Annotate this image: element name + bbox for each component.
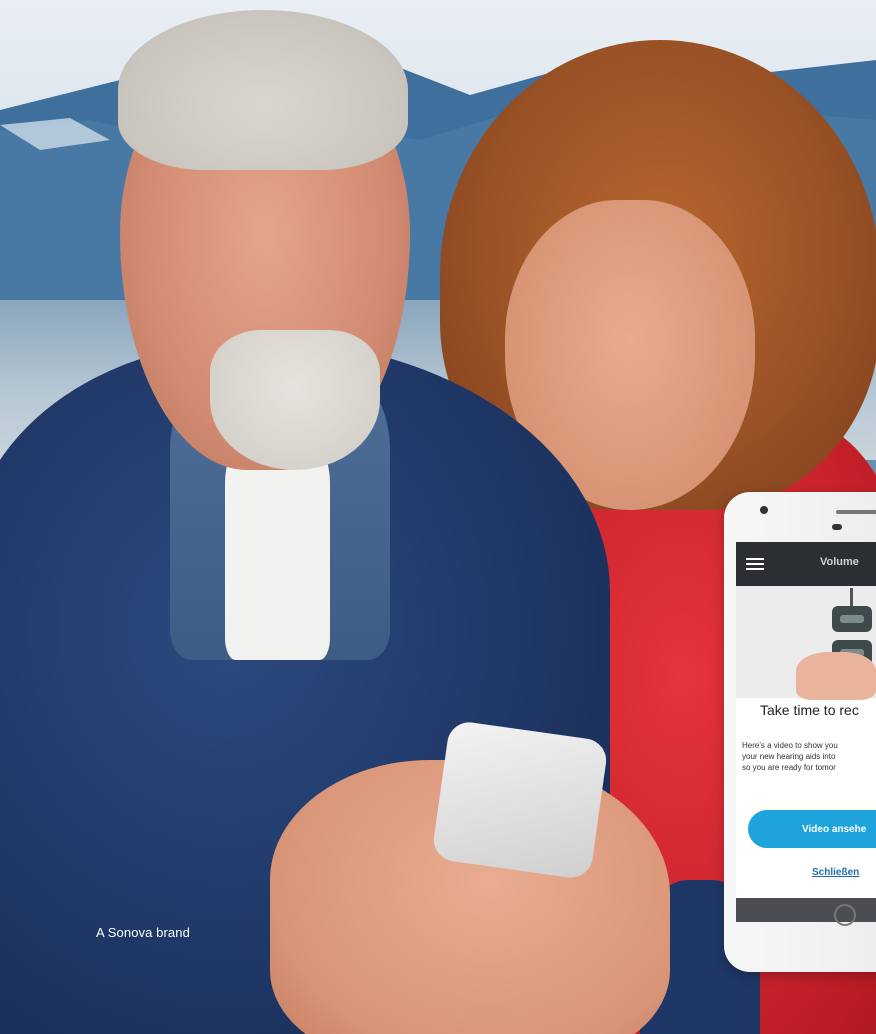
sensor-dot bbox=[832, 524, 842, 530]
photo-scene: A Sonova brand Volume Take time to rec H… bbox=[0, 0, 876, 1034]
camera-icon bbox=[760, 506, 768, 514]
body-line: your new hearing aids into bbox=[742, 752, 836, 761]
hearing-aid-icon bbox=[832, 606, 872, 632]
watch-video-button[interactable]: Video ansehe bbox=[748, 810, 876, 848]
app-title: Volume bbox=[820, 556, 859, 568]
close-link[interactable]: Schließen bbox=[812, 867, 859, 878]
home-button-icon[interactable] bbox=[834, 904, 856, 926]
app-bar: Volume bbox=[736, 542, 876, 586]
body-line: Here's a video to show you bbox=[742, 741, 838, 750]
brand-watermark: A Sonova brand bbox=[96, 925, 190, 940]
nav-bar bbox=[736, 898, 876, 926]
man-white-tshirt bbox=[225, 440, 330, 660]
body-line: so you are ready for tomor bbox=[742, 763, 836, 772]
cable bbox=[850, 588, 853, 608]
man-hair bbox=[118, 10, 408, 170]
speaker-grille bbox=[836, 510, 876, 514]
hearing-aid-illustration bbox=[736, 586, 876, 700]
screen-heading: Take time to rec bbox=[760, 702, 859, 718]
hamburger-menu-icon[interactable] bbox=[746, 558, 764, 570]
held-smartphone bbox=[431, 719, 609, 881]
phone-mockup: Volume Take time to rec Here's a video t… bbox=[724, 492, 876, 972]
man-beard bbox=[210, 330, 380, 470]
phone-screen: Volume Take time to rec Here's a video t… bbox=[736, 542, 876, 926]
screen-body: Here's a video to show you your new hear… bbox=[742, 740, 876, 773]
hand-illustration bbox=[796, 652, 876, 700]
